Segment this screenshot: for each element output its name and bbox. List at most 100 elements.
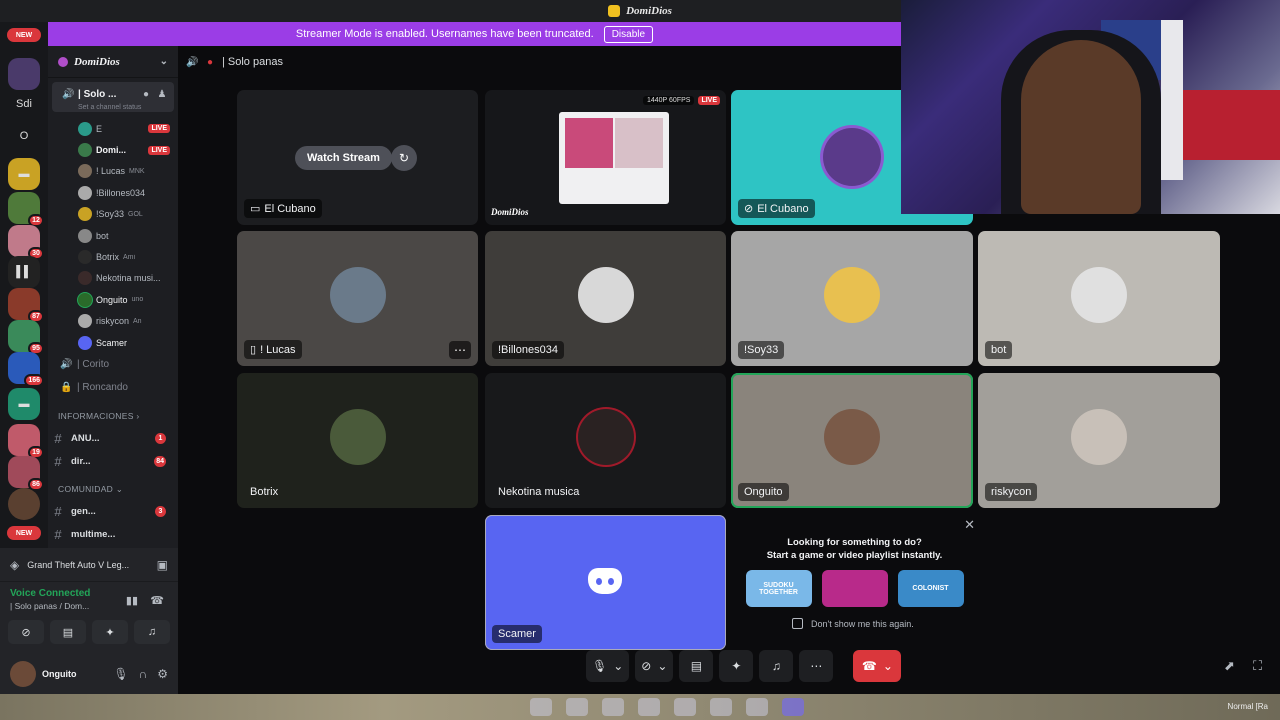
fullscreen-icon[interactable]: ⛶ <box>1253 658 1262 674</box>
user-tile-nekotina[interactable]: Nekotina musica <box>485 373 726 508</box>
headphones-icon[interactable]: ∩ <box>139 667 148 681</box>
user-tile-botrix[interactable]: Botrix <box>237 373 478 508</box>
server-icon-166[interactable]: 166 <box>8 352 44 387</box>
chat-icon[interactable]: ● <box>140 89 152 100</box>
activity-row[interactable]: ◈ Grand Theft Auto V Leg... ▣ <box>0 548 178 582</box>
dont-show-checkbox[interactable] <box>792 618 803 629</box>
server-icon-86[interactable]: 86 <box>8 456 44 491</box>
desktop-icon[interactable] <box>566 698 588 716</box>
server-icon-19[interactable]: 19 <box>8 424 44 459</box>
close-icon[interactable]: ✕ <box>964 517 975 533</box>
voice-channel-corito[interactable]: 🔊 | Corito <box>48 353 178 376</box>
category-informaciones[interactable]: INFORMACIONES › <box>48 405 178 427</box>
voice-member[interactable]: !Soy33 GOL <box>48 204 178 225</box>
voice-member[interactable]: Nekotina musi... <box>48 268 178 289</box>
voice-channel-roncando[interactable]: 🔒 | Roncando <box>48 376 178 399</box>
signal-icon[interactable]: ▮▮ <box>126 594 138 607</box>
activity-button[interactable]: ✦ <box>92 620 128 644</box>
user-tile-bot[interactable]: bot <box>978 231 1220 366</box>
activity-game[interactable] <box>821 570 888 607</box>
desktop-icon[interactable] <box>746 698 768 716</box>
avatar[interactable] <box>10 661 36 687</box>
voice-member[interactable]: Scamer <box>48 332 178 353</box>
popout-icon[interactable]: ⬈ <box>1224 658 1235 674</box>
chevron-down-icon[interactable]: ⌄ <box>883 659 893 673</box>
avatar <box>78 335 92 350</box>
add-member-icon[interactable]: ♟ <box>156 89 168 100</box>
user-tile-lucas[interactable]: ▯! Lucas ⋯ <box>237 231 478 366</box>
gear-icon[interactable]: ⚙ <box>157 667 168 681</box>
folder-icon[interactable]: ▬ <box>8 158 40 190</box>
leave-call-button[interactable]: ☎ ⌄ <box>853 650 902 682</box>
stream-tile-domidios[interactable]: 1440P 60FPS LIVE DomiDios <box>485 90 726 225</box>
server-icon-bars[interactable]: ▌▌ <box>8 256 40 288</box>
category-comunidad[interactable]: COMUNIDAD ⌄ <box>48 478 178 500</box>
username[interactable]: Onguito <box>42 669 77 679</box>
soundboard-button[interactable]: ♫ <box>134 620 170 644</box>
activities-button[interactable]: ✦ <box>719 650 754 682</box>
text-channel[interactable]: # ANU... 1 <box>48 427 178 450</box>
server-icon-87[interactable]: 87 <box>8 288 44 323</box>
desktop-icon[interactable] <box>602 698 624 716</box>
server-icon-95[interactable]: 95 <box>8 320 44 355</box>
chevron-down-icon[interactable]: ⌄ <box>657 659 667 673</box>
user-tile-soy33[interactable]: !Soy33 <box>731 231 973 366</box>
more-options-button[interactable]: ⋯ <box>449 341 471 359</box>
desktop-icon[interactable] <box>530 698 552 716</box>
microphone-icon[interactable]: 🎙 <box>113 667 128 681</box>
text-channel[interactable]: # dir... 84 <box>48 450 178 473</box>
user-tile-riskycon[interactable]: riskycon <box>978 373 1220 508</box>
camera-off-button[interactable]: ⊘ <box>8 620 44 644</box>
voice-member[interactable]: ! Lucas MNK <box>48 161 178 182</box>
activity-name: Grand Theft Auto V Leg... <box>27 559 130 570</box>
voice-location[interactable]: | Solo panas / Dom... <box>10 601 168 611</box>
activity-sudoku[interactable]: SUDOKU TOGETHER <box>745 570 812 607</box>
member-name: riskycon <box>96 316 130 327</box>
desktop-icon[interactable] <box>782 698 804 716</box>
voice-member[interactable]: !Billones034 <box>48 182 178 203</box>
chevron-down-icon[interactable]: ⌄ <box>613 659 623 673</box>
screen-icon[interactable]: ▣ <box>157 558 168 572</box>
server-icon-o[interactable]: O <box>8 120 40 152</box>
voice-member[interactable]: Domi... LIVE <box>48 139 178 160</box>
text-channel[interactable]: # multime... <box>48 523 178 546</box>
voice-connected-label[interactable]: Voice Connected <box>10 588 168 599</box>
more-button[interactable]: ⋯ <box>799 650 834 682</box>
voice-member[interactable]: E LIVE <box>48 118 178 139</box>
speaker-icon: 🔊 <box>60 359 73 371</box>
server-icon-12[interactable]: 12 <box>8 192 44 227</box>
avatar <box>78 250 92 265</box>
dont-show-checkbox-row[interactable]: Don't show me this again. <box>734 618 975 629</box>
disable-streamer-mode-button[interactable]: Disable <box>603 25 654 43</box>
text-channel[interactable]: # gen... 3 <box>48 500 178 523</box>
share-screen-button[interactable]: ▤ <box>679 650 714 682</box>
server-icon-sdi[interactable]: Sdi <box>8 88 40 120</box>
stream-tile-el-cubano[interactable]: Watch Stream ↻ ▭ El Cubano <box>237 90 478 225</box>
voice-member[interactable]: riskycon An <box>48 311 178 332</box>
activity-colonist[interactable]: COLONIST <box>897 570 964 607</box>
user-tile-billones034[interactable]: !Billones034 <box>485 231 726 366</box>
watch-stream-button[interactable]: Watch Stream <box>295 146 392 170</box>
disconnect-icon[interactable]: ☎ <box>150 594 164 607</box>
server-header[interactable]: DomiDios ⌄ <box>48 46 178 78</box>
server-icon-avatar[interactable] <box>8 488 40 520</box>
desktop-icon[interactable] <box>638 698 660 716</box>
tile-label: Nekotina musica <box>492 483 585 501</box>
user-tile-scamer[interactable]: Scamer <box>485 515 726 650</box>
camera-button[interactable]: ⊘ ⌄ <box>635 650 674 682</box>
channel-status-placeholder[interactable]: Set a channel status <box>78 104 141 111</box>
voice-member[interactable]: bot <box>48 225 178 246</box>
server-icon-purple[interactable] <box>8 58 40 90</box>
mute-button[interactable]: 🎙 ⌄ <box>586 650 630 682</box>
desktop-icon[interactable] <box>710 698 732 716</box>
share-screen-button[interactable]: ▤ <box>50 620 86 644</box>
user-tile-onguito[interactable]: Onguito <box>731 373 973 508</box>
server-icon-30[interactable]: 30 <box>8 225 44 260</box>
soundboard-button[interactable]: ♫ <box>759 650 794 682</box>
voice-member[interactable]: Botrix Ami <box>48 246 178 267</box>
folder-icon-teal[interactable]: ▬ <box>8 388 40 420</box>
chevron-down-icon[interactable]: ⌄ <box>160 56 168 67</box>
voice-member[interactable]: Onguito uno <box>48 289 178 310</box>
watch-stream-icon[interactable]: ↻ <box>391 145 417 171</box>
desktop-icon[interactable] <box>674 698 696 716</box>
